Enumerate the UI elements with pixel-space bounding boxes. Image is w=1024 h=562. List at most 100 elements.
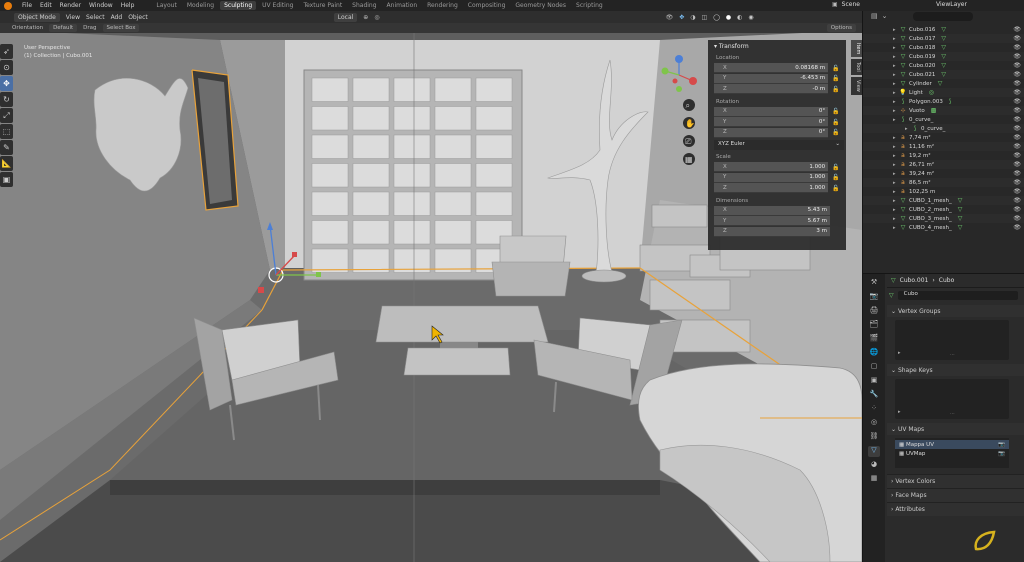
outliner-item[interactable]: ▸ ▽ CUBO_4_mesh_ ▽ 👁	[863, 223, 1024, 232]
collection-tab-icon[interactable]: ▢	[868, 362, 880, 373]
menu-window[interactable]: Window	[89, 2, 113, 9]
cursor-tool-icon[interactable]: ⊙	[0, 60, 13, 75]
visibility-eye-icon[interactable]: 👁	[1013, 206, 1021, 213]
rotation-x-field[interactable]: X 0°	[714, 106, 829, 117]
rotation-y-field[interactable]: Y 0°	[714, 117, 829, 128]
rotation-z-field[interactable]: Z 0°	[714, 127, 829, 138]
vertex-colors-header[interactable]: › Vertex Colors	[887, 474, 1024, 488]
visibility-eye-icon[interactable]: 👁	[1013, 179, 1021, 186]
tab-texture-paint[interactable]: Texture Paint	[299, 1, 346, 10]
tab-geometry-nodes[interactable]: Geometry Nodes	[511, 1, 570, 10]
visibility-eye-icon[interactable]: 👁	[1013, 152, 1021, 159]
mesh-data-icon[interactable]: ▽	[941, 44, 946, 51]
view-layer-selector[interactable]: ViewLayer	[936, 1, 967, 8]
outliner-item[interactable]: ▸ ▽ Cubo.020 ▽ 👁	[863, 61, 1024, 70]
expand-icon[interactable]: ▸	[898, 409, 901, 415]
shading-rendered-icon[interactable]: ◉	[748, 14, 753, 21]
visibility-eye-icon[interactable]: 👁	[1013, 188, 1021, 195]
expand-icon[interactable]: ▸	[898, 350, 901, 356]
move-tool-icon[interactable]: ✥	[0, 76, 13, 91]
drag-selector[interactable]: Select Box	[102, 24, 140, 32]
visibility-eye-icon[interactable]: 👁	[1013, 125, 1021, 132]
menu-select[interactable]: Select	[86, 14, 105, 21]
mesh-data-icon[interactable]: ▽	[941, 35, 946, 42]
location-z-field[interactable]: Z -0 m	[714, 84, 829, 95]
lock-icon[interactable]: 🔓	[832, 129, 840, 136]
tab-sculpting[interactable]: Sculpting	[220, 1, 257, 10]
texture-tab-icon[interactable]: ▦	[868, 474, 880, 485]
outliner-item[interactable]: ▸ ▽ CUBO_1_mesh_ ▽ 👁	[863, 196, 1024, 205]
scale-x-field[interactable]: X 1.000	[714, 162, 829, 173]
xray-icon[interactable]: ◫	[701, 14, 707, 21]
uv-maps-header[interactable]: ⌄ UV Maps	[887, 423, 1024, 435]
visibility-eye-icon[interactable]: 👁	[1013, 26, 1021, 33]
resize-handle[interactable]: ⋯	[950, 352, 955, 358]
tab-animation[interactable]: Animation	[383, 1, 422, 10]
gizmo-toggle-icon[interactable]: ✥	[679, 14, 684, 21]
uv-map-item[interactable]: ▦ Mappa UV 📷	[895, 440, 1009, 449]
transform-orientation-selector[interactable]: Local	[333, 12, 358, 22]
visibility-eye-icon[interactable]: 👁	[1013, 71, 1021, 78]
mesh-data-icon[interactable]: ▽	[941, 26, 946, 33]
light-data-icon[interactable]: ◎	[929, 89, 934, 96]
particles-tab-icon[interactable]: ⁘	[868, 404, 880, 415]
rotation-mode-dropdown[interactable]: XYZ Euler ⌄	[714, 140, 844, 150]
object-tab-icon[interactable]: ▣	[868, 376, 880, 387]
menu-file[interactable]: File	[22, 2, 32, 9]
orientation-selector[interactable]: Default	[49, 24, 78, 32]
visibility-eye-icon[interactable]: 👁	[1013, 89, 1021, 96]
lock-icon[interactable]: 🔓	[832, 86, 840, 93]
overlay-toggle-icon[interactable]: ◑	[690, 14, 695, 21]
constraints-tab-icon[interactable]: ⛓	[868, 432, 880, 443]
scale-tool-icon[interactable]: ⤢	[0, 108, 13, 123]
outliner-item[interactable]: ▸ a 102,25 m 👁	[863, 187, 1024, 196]
visibility-eye-icon[interactable]: 👁	[1013, 116, 1021, 123]
outliner-item[interactable]: ▸ ▽ CUBO_2_mesh_ ▽ 👁	[863, 205, 1024, 214]
outliner-item[interactable]: ▸ ⟆ 0_curve_ 👁	[863, 115, 1024, 124]
scene-name[interactable]: Scene	[842, 1, 860, 8]
lock-icon[interactable]: 🔓	[832, 185, 840, 192]
visibility-eye-icon[interactable]: 👁	[1013, 44, 1021, 51]
outliner-item[interactable]: ▸ ▽ CUBO_3_mesh_ ▽ 👁	[863, 214, 1024, 223]
mesh-data-icon[interactable]: ▽	[958, 215, 963, 222]
menu-view[interactable]: View	[66, 14, 80, 21]
output-tab-icon[interactable]: 🖨	[868, 306, 880, 317]
outliner-item[interactable]: ▸ ▽ Cubo.018 ▽ 👁	[863, 43, 1024, 52]
mesh-data-icon[interactable]: ▽	[958, 224, 963, 231]
tab-rendering[interactable]: Rendering	[423, 1, 462, 10]
measure-tool-icon[interactable]: 📐	[0, 156, 13, 171]
material-tab-icon[interactable]: ◕	[868, 460, 880, 471]
visibility-eye-icon[interactable]: 👁	[1013, 143, 1021, 150]
shape-keys-header[interactable]: ⌄ Shape Keys	[887, 364, 1024, 376]
outliner-item[interactable]: ▸ ▽ Cubo.019 ▽ 👁	[863, 52, 1024, 61]
shading-wireframe-icon[interactable]: ◯	[713, 14, 720, 21]
lock-icon[interactable]: 🔓	[832, 164, 840, 171]
outliner-item[interactable]: ▸ ⊹ Vuoto ▩ 👁	[863, 106, 1024, 115]
mode-selector[interactable]: Object Mode	[14, 12, 60, 22]
tab-scripting[interactable]: Scripting	[572, 1, 607, 10]
shape-keys-list[interactable]: ▸ ⋯	[895, 379, 1009, 419]
uv-map-item[interactable]: ▦ UVMap 📷	[895, 449, 1009, 458]
curve-data-icon[interactable]: ⟆	[949, 98, 951, 105]
tab-uv-editing[interactable]: UV Editing	[258, 1, 297, 10]
menu-render[interactable]: Render	[60, 2, 81, 9]
rotate-tool-icon[interactable]: ↻	[0, 92, 13, 107]
camera-icon[interactable]: 📷	[998, 442, 1005, 448]
location-y-field[interactable]: Y -6.453 m	[714, 73, 829, 84]
add-cube-tool-icon[interactable]: ▣	[0, 172, 13, 187]
transform-tool-icon[interactable]: ⬚	[0, 124, 13, 139]
mesh-data-icon[interactable]: ▽	[941, 71, 946, 78]
tab-compositing[interactable]: Compositing	[464, 1, 510, 10]
lock-icon[interactable]: 🔓	[832, 174, 840, 181]
lock-icon[interactable]: 🔓	[832, 108, 840, 115]
outliner-search-input[interactable]	[913, 12, 973, 21]
tab-tool[interactable]: Tool	[851, 59, 862, 76]
outliner-item[interactable]: ▸ ▽ Cubo.017 ▽ 👁	[863, 34, 1024, 43]
visibility-eye-icon[interactable]: 👁	[1013, 107, 1021, 114]
transform-panel-title[interactable]: ▾ Transform	[714, 43, 840, 50]
outliner-filter-icons[interactable]: ▤⌄	[871, 12, 891, 20]
tab-modeling[interactable]: Modeling	[183, 1, 218, 10]
visibility-eye-icon[interactable]: 👁	[1013, 215, 1021, 222]
menu-object[interactable]: Object	[128, 14, 148, 21]
dimensions-x-field[interactable]: X 5.43 m	[714, 205, 830, 216]
